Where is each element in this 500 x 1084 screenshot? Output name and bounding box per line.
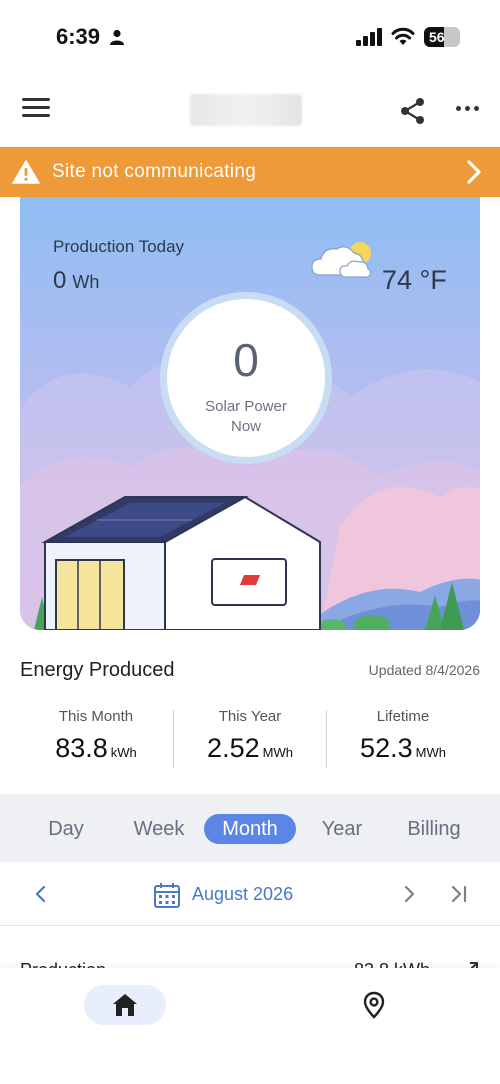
home-icon (113, 994, 137, 1016)
tab-billing[interactable]: Billing (396, 814, 472, 844)
date-navigator: August 2026 (0, 862, 500, 926)
chevron-left-icon[interactable] (34, 884, 48, 904)
site-title-redacted (190, 94, 302, 126)
app-header (0, 76, 500, 146)
solar-power-label: Solar Power Now (205, 398, 287, 435)
temperature: 74 °F (382, 265, 447, 295)
skip-last-icon[interactable] (450, 884, 468, 904)
divider (326, 710, 327, 768)
more-icon[interactable] (456, 106, 479, 111)
weather-partly-cloudy-icon (311, 242, 372, 278)
nav-home[interactable] (84, 985, 166, 1025)
person-icon (110, 29, 124, 45)
solar-power-now-gauge: 0 Solar Power Now (160, 292, 332, 464)
share-icon[interactable] (398, 96, 428, 126)
energy-produced-title: Energy Produced (20, 659, 175, 681)
alert-text: Site not communicating (52, 161, 257, 182)
production-today-label: Production Today (53, 237, 185, 256)
stat-this-year: This Year 2.52 MWh (175, 708, 325, 764)
production-today-value: 0 Wh (53, 267, 100, 294)
stat-this-month: This Month 83.8 kWh (21, 708, 171, 764)
stat-value: 2.52 MWh (207, 733, 293, 763)
status-time: 6:39 (56, 24, 101, 49)
stat-value: 83.8 kWh (55, 733, 137, 763)
chevron-right-icon (467, 160, 481, 184)
tab-year[interactable]: Year (312, 814, 372, 844)
production-hero-card: Production Today 0 Wh 74 °F 0 Solar Power… (20, 197, 480, 630)
stat-value: 52.3 MWh (360, 733, 446, 763)
selected-period-label[interactable]: August 2026 (192, 884, 293, 905)
divider (173, 710, 174, 768)
location-icon[interactable] (362, 991, 386, 1019)
calendar-icon[interactable] (153, 881, 181, 909)
stat-lifetime: Lifetime 52.3 MWh (328, 708, 478, 764)
cellular-signal-icon (356, 28, 382, 46)
tab-week[interactable]: Week (126, 814, 192, 844)
stat-label: Lifetime (376, 708, 430, 725)
warning-icon (12, 160, 40, 184)
period-tabs: Day Week Month Year Billing (0, 794, 500, 862)
bottom-navigation (0, 968, 500, 1084)
battery-percent: 56 (429, 29, 445, 45)
site-alert-banner[interactable]: Site not communicating (0, 147, 500, 197)
energy-updated-date: Updated 8/4/2026 (368, 662, 480, 678)
tab-month[interactable]: Month (204, 814, 296, 844)
wifi-icon (391, 27, 415, 45)
solar-power-value: 0 (233, 334, 259, 386)
chevron-right-icon[interactable] (402, 884, 416, 904)
tab-day[interactable]: Day (36, 814, 96, 844)
stat-label: This Year (218, 708, 282, 725)
stat-label: This Month (58, 708, 134, 725)
menu-button[interactable] (22, 98, 50, 122)
battery-icon: 56 (424, 27, 460, 47)
status-bar: 6:39 56 (0, 0, 500, 76)
